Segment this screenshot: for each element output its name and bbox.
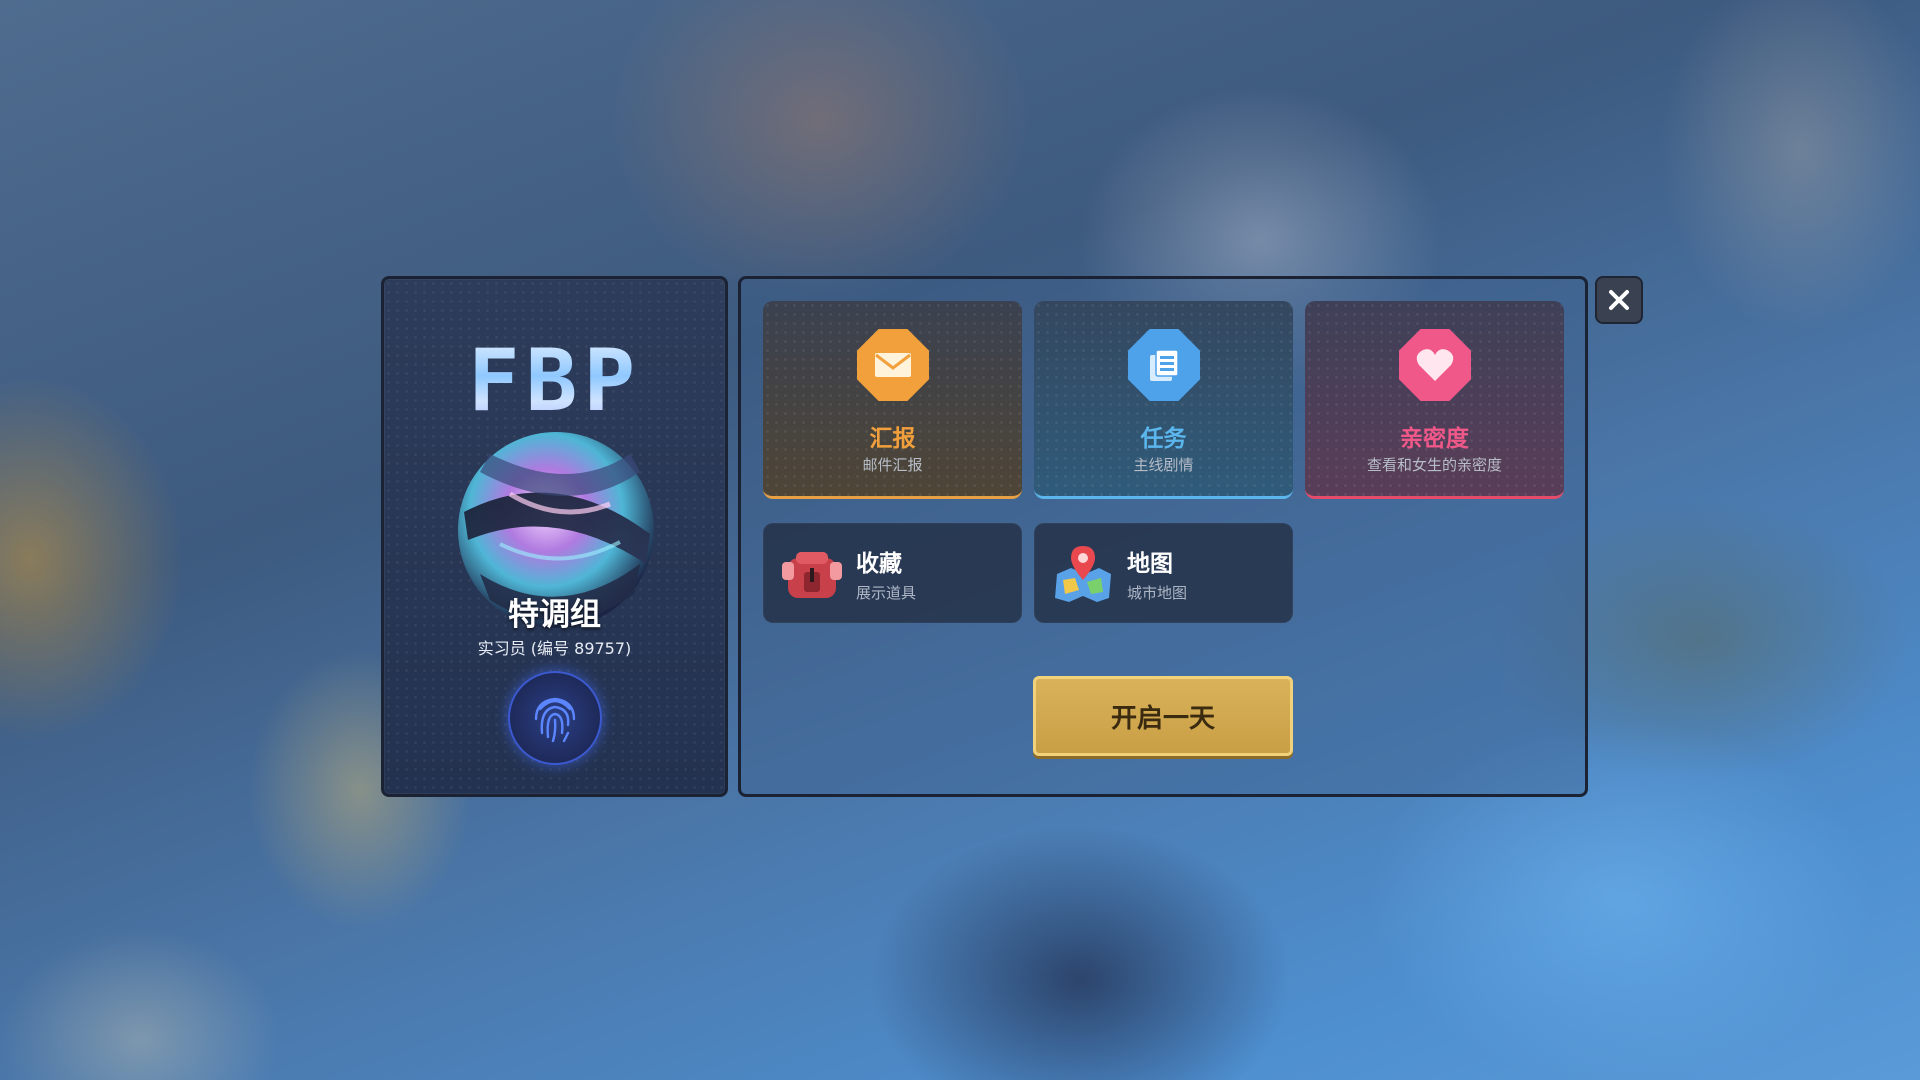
collection-subtitle: 展示道具 (856, 584, 917, 602)
task-subtitle: 主线剧情 (1133, 456, 1194, 474)
report-title: 汇报 (869, 426, 916, 452)
task-badge (1128, 329, 1200, 401)
backpack-icon (782, 552, 842, 598)
collection-card[interactable]: 收藏 展示道具 (763, 523, 1022, 623)
task-title: 任务 (1140, 426, 1187, 452)
close-icon (1609, 290, 1629, 310)
intimacy-badge (1399, 329, 1471, 401)
intimacy-card[interactable]: 亲密度 查看和女生的亲密度 (1305, 301, 1564, 499)
map-title: 地图 (1127, 551, 1173, 577)
close-button[interactable] (1595, 276, 1643, 324)
report-subtitle: 邮件汇报 (862, 456, 923, 474)
rank-label: 实习员 (编号 89757) (477, 639, 632, 658)
intimacy-subtitle: 查看和女生的亲密度 (1366, 456, 1502, 474)
group-name: 特调组 (508, 597, 601, 633)
task-card[interactable]: 任务 主线剧情 (1034, 301, 1293, 499)
start-day-button[interactable]: 开启一天 (1033, 676, 1293, 756)
envelope-icon (875, 353, 911, 377)
report-card[interactable]: 汇报 邮件汇报 (763, 301, 1022, 499)
fingerprint-button[interactable] (508, 671, 602, 765)
document-icon (1150, 349, 1179, 381)
fbp-logo: FBP (384, 331, 725, 431)
intimacy-title: 亲密度 (1400, 426, 1469, 452)
map-pin-icon (1055, 546, 1111, 602)
fingerprint-icon (534, 697, 576, 743)
map-subtitle: 城市地图 (1127, 584, 1188, 602)
collection-title: 收藏 (856, 551, 902, 577)
heart-icon (1416, 349, 1454, 381)
map-card[interactable]: 地图 城市地图 (1034, 523, 1293, 623)
profile-panel: FBP 特调组 实习员 (编号 89757) (381, 276, 728, 797)
menu-panel: 汇报 邮件汇报 任务 主线剧情 亲密度 查看和女生的亲密度 收藏 展示道具 地图… (738, 276, 1588, 797)
